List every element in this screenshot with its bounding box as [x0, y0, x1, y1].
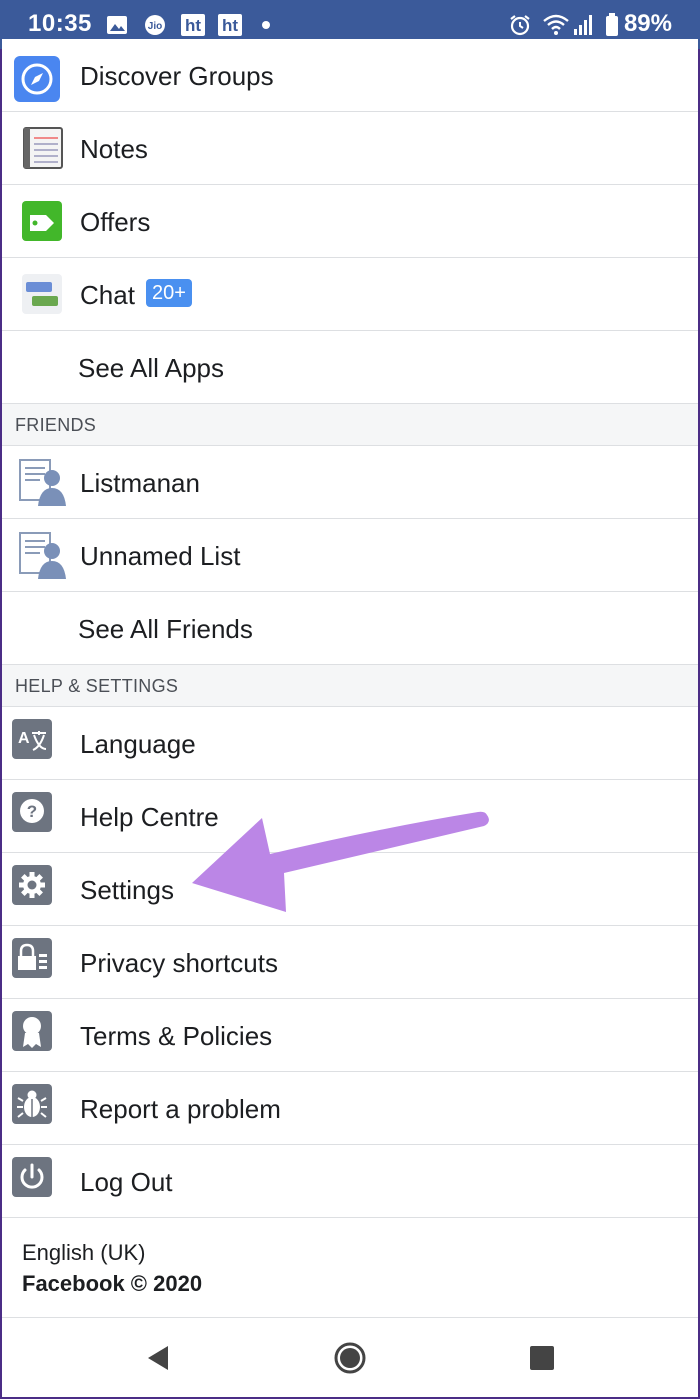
wifi-icon — [543, 14, 569, 35]
alarm-icon — [510, 15, 530, 36]
chat-bubbles-icon — [22, 274, 62, 314]
ht-text-2: ht — [222, 16, 238, 35]
section-title: FRIENDS — [15, 415, 97, 435]
menu-item-label: Privacy shortcuts — [80, 948, 278, 978]
footer-copyright: Facebook © 2020 — [22, 1271, 203, 1296]
menu-item-label: Settings — [80, 875, 174, 905]
menu-item-notes[interactable]: Notes — [2, 112, 698, 185]
menu-item-settings[interactable]: Settings — [2, 853, 698, 926]
lock-list-icon — [12, 938, 52, 978]
friend-list-icon — [19, 459, 66, 506]
svg-text:?: ? — [27, 802, 37, 821]
notebook-icon — [23, 127, 63, 169]
section-header-friends: FRIENDS — [2, 404, 698, 446]
menu-item-terms-policies[interactable]: Terms & Policies — [2, 999, 698, 1072]
menu-item-log-out[interactable]: Log Out — [2, 1145, 698, 1218]
jio-icon: Jio — [145, 15, 165, 35]
image-icon — [107, 16, 127, 34]
menu-item-label: Offers — [80, 207, 151, 237]
ribbon-badge-icon — [12, 1011, 52, 1051]
menu-item-language[interactable]: A Language — [2, 707, 698, 780]
menu-item-label: See All Apps — [78, 353, 224, 383]
menu-item-label: Chat — [80, 280, 135, 310]
offer-tag-icon — [22, 201, 62, 241]
back-triangle-icon[interactable] — [138, 1338, 178, 1378]
system-nav-bar — [2, 1319, 698, 1397]
dot-icon — [262, 21, 270, 29]
footer: English (UK) Facebook © 2020 — [2, 1219, 698, 1318]
menu-item-label: Report a problem — [80, 1094, 281, 1124]
home-circle-icon[interactable] — [330, 1338, 370, 1378]
recents-square-icon[interactable] — [522, 1338, 562, 1378]
menu-item-chat[interactable]: Chat 20+ — [2, 258, 698, 331]
svg-text:A: A — [18, 730, 30, 747]
menu-item-discover-groups[interactable]: Discover Groups — [2, 39, 698, 112]
ht-icon: ht — [218, 14, 242, 36]
menu-item-label: See All Friends — [78, 614, 253, 644]
jio-text: Jio — [148, 21, 162, 32]
bug-icon — [12, 1084, 52, 1124]
menu-item-label: Log Out — [80, 1167, 173, 1197]
menu-item-label: Listmanan — [80, 468, 200, 498]
menu-item-help-centre[interactable]: ? Help Centre — [2, 780, 698, 853]
battery-icon — [606, 13, 618, 36]
friend-list-icon — [19, 532, 66, 579]
menu-item-privacy-shortcuts[interactable]: Privacy shortcuts — [2, 926, 698, 999]
menu-item-label: Discover Groups — [80, 61, 274, 91]
compass-icon — [14, 56, 60, 102]
menu-item-label: Terms & Policies — [80, 1021, 273, 1051]
menu-item-label: Unnamed List — [80, 541, 241, 571]
signal-icon — [574, 15, 592, 35]
language-icon: A — [12, 719, 52, 759]
menu-item-unnamed-list[interactable]: Unnamed List — [2, 519, 698, 592]
question-icon: ? — [12, 792, 52, 832]
status-time: 10:35 — [28, 10, 92, 37]
power-icon — [12, 1157, 52, 1197]
menu-item-listmanan[interactable]: Listmanan — [2, 446, 698, 519]
menu-item-see-all-apps[interactable]: See All Apps — [2, 331, 698, 404]
gear-icon — [12, 865, 52, 905]
footer-language-link[interactable]: English (UK) — [22, 1240, 145, 1266]
menu-item-label: Help Centre — [80, 802, 219, 832]
section-title: HELP & SETTINGS — [15, 676, 179, 696]
menu-item-label: Notes — [80, 134, 148, 164]
menu-item-offers[interactable]: Offers — [2, 185, 698, 258]
chat-count-badge: 20+ — [146, 279, 192, 307]
ht-text-1: ht — [185, 16, 201, 35]
menu-item-see-all-friends[interactable]: See All Friends — [2, 592, 698, 665]
ht-icon: ht — [181, 14, 205, 36]
menu-item-label: Language — [80, 729, 196, 759]
section-header-help-settings: HELP & SETTINGS — [2, 665, 698, 707]
battery-percent: 89% — [623, 10, 672, 37]
menu-item-report-problem[interactable]: Report a problem — [2, 1072, 698, 1145]
